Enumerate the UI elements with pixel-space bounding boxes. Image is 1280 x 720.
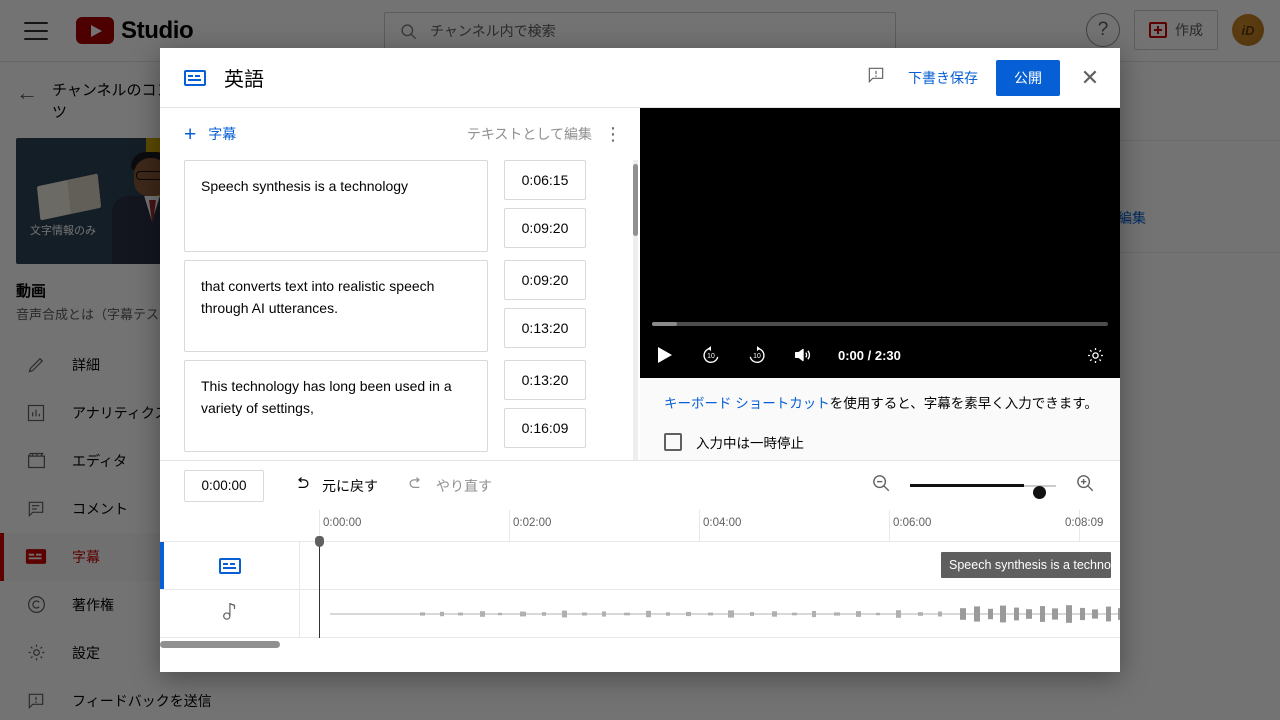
- caption-text-input[interactable]: that converts text into realistic speech…: [184, 260, 488, 352]
- volume-icon[interactable]: [790, 342, 816, 368]
- timeline-zoom-control: [870, 472, 1096, 499]
- undo-icon: [292, 474, 312, 497]
- caption-row: that converts text into realistic speech…: [184, 260, 632, 352]
- caption-time-group: 0:09:20 0:13:20: [504, 260, 586, 352]
- edit-as-text-button[interactable]: テキストとして編集: [467, 124, 592, 144]
- forward-10-icon[interactable]: 10: [744, 342, 770, 368]
- caption-scrollbar-thumb[interactable]: [633, 164, 638, 236]
- caption-start-time[interactable]: 0:09:20: [504, 260, 586, 300]
- svg-text:10: 10: [707, 353, 715, 360]
- keyboard-shortcut-hint-rest: を使用すると、字幕を素早く入力できます。: [829, 396, 1098, 411]
- redo-button[interactable]: やり直す: [406, 474, 492, 497]
- video-progress-bar[interactable]: [652, 322, 1108, 326]
- closed-caption-icon: [184, 69, 206, 86]
- player-panel: 10 10 0:00 / 2:30 キーボード ショートカットを使用すると、字幕…: [640, 108, 1120, 460]
- caption-text-input[interactable]: This technology has long been used in a …: [184, 360, 488, 452]
- caption-time-group: 0:06:15 0:09:20: [504, 160, 586, 252]
- redo-label: やり直す: [436, 477, 492, 494]
- undo-label: 元に戻す: [322, 477, 378, 494]
- pause-while-typing-row[interactable]: 入力中は一時停止: [640, 414, 1120, 452]
- zoom-in-icon[interactable]: [1074, 472, 1096, 499]
- timeline-scrollbar-thumb[interactable]: [160, 641, 280, 648]
- music-note-icon: [220, 600, 240, 627]
- dialog-body: + 字幕 テキストとして編集 ⋮ Speech synthesis is a t…: [160, 108, 1120, 460]
- svg-text:10: 10: [753, 353, 761, 360]
- transport-bar: 0:00:00 元に戻す やり直す: [160, 460, 1120, 510]
- dialog-title: 英語: [224, 69, 264, 91]
- caption-toolbar: + 字幕 テキストとして編集 ⋮: [160, 108, 640, 160]
- timeline-zoom-slider[interactable]: [910, 479, 1056, 499]
- ruler-tick-label: 0:00:00: [323, 517, 362, 529]
- ruler-tick-label: 0:08:09: [1065, 517, 1104, 529]
- caption-list-panel: + 字幕 テキストとして編集 ⋮ Speech synthesis is a t…: [160, 108, 640, 460]
- ruler-tick-label: 0:04:00: [703, 517, 742, 529]
- caption-time-group: 0:13:20 0:16:09: [504, 360, 586, 452]
- audio-waveform: [330, 604, 1120, 623]
- keyboard-shortcut-hint: キーボード ショートカットを使用すると、字幕を素早く入力できます。: [640, 378, 1120, 414]
- timeline-horizontal-scrollbar[interactable]: [160, 638, 1120, 652]
- caption-track-body[interactable]: Speech synthesis is a techno: [300, 542, 1120, 589]
- keyboard-shortcuts-link[interactable]: キーボード ショートカット: [664, 396, 830, 411]
- ruler-tick-label: 0:06:00: [893, 517, 932, 529]
- audio-track-body[interactable]: [300, 590, 1120, 637]
- caption-row: This technology has long been used in a …: [184, 360, 632, 452]
- kebab-menu-icon[interactable]: ⋮: [602, 124, 624, 145]
- current-time-field[interactable]: 0:00:00: [184, 469, 264, 502]
- video-time-display: 0:00 / 2:30: [838, 347, 901, 363]
- audio-track[interactable]: [160, 590, 1120, 638]
- add-caption-label: 字幕: [208, 126, 237, 142]
- caption-start-time[interactable]: 0:06:15: [504, 160, 586, 200]
- close-icon[interactable]: ✕: [1076, 65, 1104, 91]
- zoom-out-icon[interactable]: [870, 472, 892, 499]
- closed-caption-icon: [218, 557, 241, 574]
- timeline-playhead[interactable]: [315, 536, 324, 638]
- timeline-tracks: Speech synthesis is a techno: [160, 536, 1120, 638]
- feedback-icon[interactable]: [866, 65, 886, 90]
- pause-while-typing-checkbox[interactable]: [664, 433, 682, 452]
- caption-end-time[interactable]: 0:16:09: [504, 408, 586, 448]
- rewind-10-icon[interactable]: 10: [698, 342, 724, 368]
- video-controls: 10 10 0:00 / 2:30: [640, 332, 1120, 378]
- plus-icon: +: [184, 122, 197, 146]
- timeline-ruler[interactable]: 0:00:00 0:02:00 0:04:00 0:06:00 0:08:09: [160, 510, 1120, 542]
- caption-cue-block[interactable]: Speech synthesis is a techno: [941, 552, 1111, 578]
- caption-text-input[interactable]: Speech synthesis is a technology: [184, 160, 488, 252]
- caption-list[interactable]: Speech synthesis is a technology 0:06:15…: [160, 160, 640, 460]
- video-player[interactable]: 10 10 0:00 / 2:30: [640, 108, 1120, 378]
- caption-start-time[interactable]: 0:13:20: [504, 360, 586, 400]
- dialog-header: 英語 下書き保存 公開 ✕: [160, 48, 1120, 108]
- caption-end-time[interactable]: 0:13:20: [504, 308, 586, 348]
- gear-icon[interactable]: [1082, 342, 1108, 368]
- add-caption-button[interactable]: + 字幕: [184, 124, 236, 145]
- subtitle-editor-dialog: 英語 下書き保存 公開 ✕ + 字幕 テキストとして編集 ⋮ Speech sy…: [160, 48, 1120, 672]
- caption-track[interactable]: Speech synthesis is a techno: [160, 542, 1120, 590]
- caption-row: Speech synthesis is a technology 0:06:15…: [184, 160, 632, 252]
- audio-track-header: [160, 590, 300, 637]
- publish-button[interactable]: 公開: [996, 59, 1060, 96]
- undo-button[interactable]: 元に戻す: [292, 474, 378, 497]
- caption-end-time[interactable]: 0:09:20: [504, 208, 586, 248]
- caption-track-header: [160, 542, 300, 589]
- redo-icon: [406, 474, 426, 497]
- pause-while-typing-label: 入力中は一時停止: [696, 436, 804, 452]
- play-icon[interactable]: [652, 342, 678, 368]
- save-draft-button[interactable]: 下書き保存: [908, 68, 978, 88]
- ruler-tick-label: 0:02:00: [513, 517, 552, 529]
